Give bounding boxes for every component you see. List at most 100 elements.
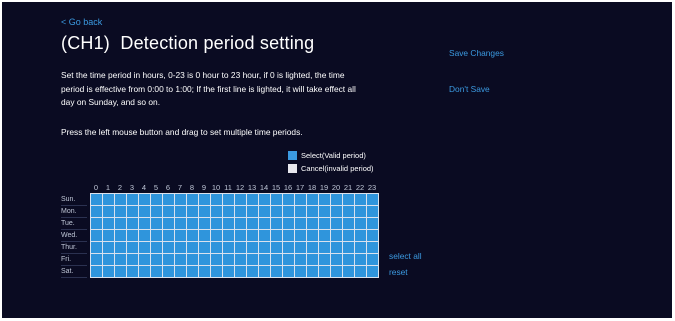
schedule-cell[interactable] — [163, 266, 174, 277]
schedule-cell[interactable] — [199, 230, 210, 241]
schedule-cell[interactable] — [103, 230, 114, 241]
schedule-cell[interactable] — [367, 242, 378, 253]
schedule-cell[interactable] — [355, 242, 366, 253]
dont-save-button[interactable]: Don't Save — [449, 84, 490, 94]
schedule-cell[interactable] — [295, 194, 306, 205]
schedule-cell[interactable] — [151, 206, 162, 217]
schedule-cell[interactable] — [319, 266, 330, 277]
schedule-cell[interactable] — [331, 254, 342, 265]
reset-button[interactable]: reset — [389, 267, 408, 277]
schedule-cell[interactable] — [283, 266, 294, 277]
schedule-cell[interactable] — [223, 266, 234, 277]
schedule-cell[interactable] — [307, 254, 318, 265]
go-back-link[interactable]: < Go back — [61, 17, 102, 27]
schedule-cell[interactable] — [355, 218, 366, 229]
schedule-cell[interactable] — [91, 242, 102, 253]
schedule-cell[interactable] — [199, 254, 210, 265]
schedule-cell[interactable] — [139, 230, 150, 241]
schedule-cell[interactable] — [295, 242, 306, 253]
schedule-cell[interactable] — [367, 218, 378, 229]
schedule-cell[interactable] — [211, 254, 222, 265]
schedule-cell[interactable] — [331, 218, 342, 229]
schedule-cell[interactable] — [163, 218, 174, 229]
schedule-cell[interactable] — [139, 242, 150, 253]
schedule-cell[interactable] — [139, 254, 150, 265]
schedule-cell[interactable] — [211, 266, 222, 277]
schedule-cell[interactable] — [343, 206, 354, 217]
schedule-cell[interactable] — [211, 194, 222, 205]
schedule-cell[interactable] — [163, 230, 174, 241]
schedule-cell[interactable] — [355, 266, 366, 277]
schedule-cell[interactable] — [127, 266, 138, 277]
schedule-cell[interactable] — [367, 194, 378, 205]
schedule-cell[interactable] — [295, 218, 306, 229]
schedule-cell[interactable] — [175, 254, 186, 265]
schedule-cell[interactable] — [103, 266, 114, 277]
schedule-cell[interactable] — [223, 218, 234, 229]
schedule-cell[interactable] — [115, 218, 126, 229]
schedule-cell[interactable] — [307, 194, 318, 205]
schedule-cell[interactable] — [247, 230, 258, 241]
schedule-cell[interactable] — [259, 266, 270, 277]
schedule-cell[interactable] — [91, 194, 102, 205]
schedule-cell[interactable] — [139, 218, 150, 229]
schedule-cell[interactable] — [187, 218, 198, 229]
schedule-cell[interactable] — [271, 266, 282, 277]
schedule-cell[interactable] — [295, 206, 306, 217]
schedule-cell[interactable] — [151, 194, 162, 205]
schedule-cell[interactable] — [235, 218, 246, 229]
schedule-cell[interactable] — [199, 206, 210, 217]
schedule-cells[interactable] — [90, 193, 379, 278]
schedule-cell[interactable] — [307, 266, 318, 277]
schedule-cell[interactable] — [331, 194, 342, 205]
schedule-cell[interactable] — [331, 230, 342, 241]
schedule-cell[interactable] — [199, 194, 210, 205]
schedule-cell[interactable] — [223, 230, 234, 241]
schedule-cell[interactable] — [91, 266, 102, 277]
schedule-cell[interactable] — [91, 206, 102, 217]
schedule-cell[interactable] — [295, 230, 306, 241]
schedule-cell[interactable] — [367, 266, 378, 277]
schedule-cell[interactable] — [115, 242, 126, 253]
schedule-cell[interactable] — [319, 218, 330, 229]
schedule-cell[interactable] — [235, 254, 246, 265]
schedule-cell[interactable] — [103, 254, 114, 265]
schedule-cell[interactable] — [235, 194, 246, 205]
schedule-cell[interactable] — [127, 230, 138, 241]
schedule-cell[interactable] — [175, 230, 186, 241]
schedule-cell[interactable] — [367, 230, 378, 241]
schedule-cell[interactable] — [103, 206, 114, 217]
schedule-cell[interactable] — [175, 194, 186, 205]
schedule-cell[interactable] — [127, 194, 138, 205]
schedule-cell[interactable] — [283, 242, 294, 253]
schedule-cell[interactable] — [343, 194, 354, 205]
schedule-cell[interactable] — [91, 218, 102, 229]
schedule-cell[interactable] — [223, 206, 234, 217]
schedule-cell[interactable] — [115, 254, 126, 265]
save-changes-button[interactable]: Save Changes — [449, 48, 504, 58]
schedule-cell[interactable] — [259, 242, 270, 253]
schedule-cell[interactable] — [343, 254, 354, 265]
schedule-cell[interactable] — [115, 206, 126, 217]
schedule-cell[interactable] — [151, 266, 162, 277]
schedule-cell[interactable] — [307, 206, 318, 217]
schedule-cell[interactable] — [127, 218, 138, 229]
schedule-cell[interactable] — [295, 254, 306, 265]
schedule-cell[interactable] — [259, 218, 270, 229]
schedule-cell[interactable] — [355, 194, 366, 205]
schedule-cell[interactable] — [199, 266, 210, 277]
schedule-cell[interactable] — [151, 230, 162, 241]
schedule-cell[interactable] — [187, 266, 198, 277]
schedule-cell[interactable] — [247, 194, 258, 205]
schedule-cell[interactable] — [235, 230, 246, 241]
schedule-cell[interactable] — [175, 242, 186, 253]
schedule-cell[interactable] — [175, 218, 186, 229]
schedule-cell[interactable] — [343, 218, 354, 229]
schedule-cell[interactable] — [211, 206, 222, 217]
schedule-cell[interactable] — [307, 230, 318, 241]
schedule-cell[interactable] — [187, 230, 198, 241]
schedule-cell[interactable] — [223, 194, 234, 205]
schedule-cell[interactable] — [319, 254, 330, 265]
schedule-cell[interactable] — [283, 194, 294, 205]
schedule-cell[interactable] — [259, 206, 270, 217]
